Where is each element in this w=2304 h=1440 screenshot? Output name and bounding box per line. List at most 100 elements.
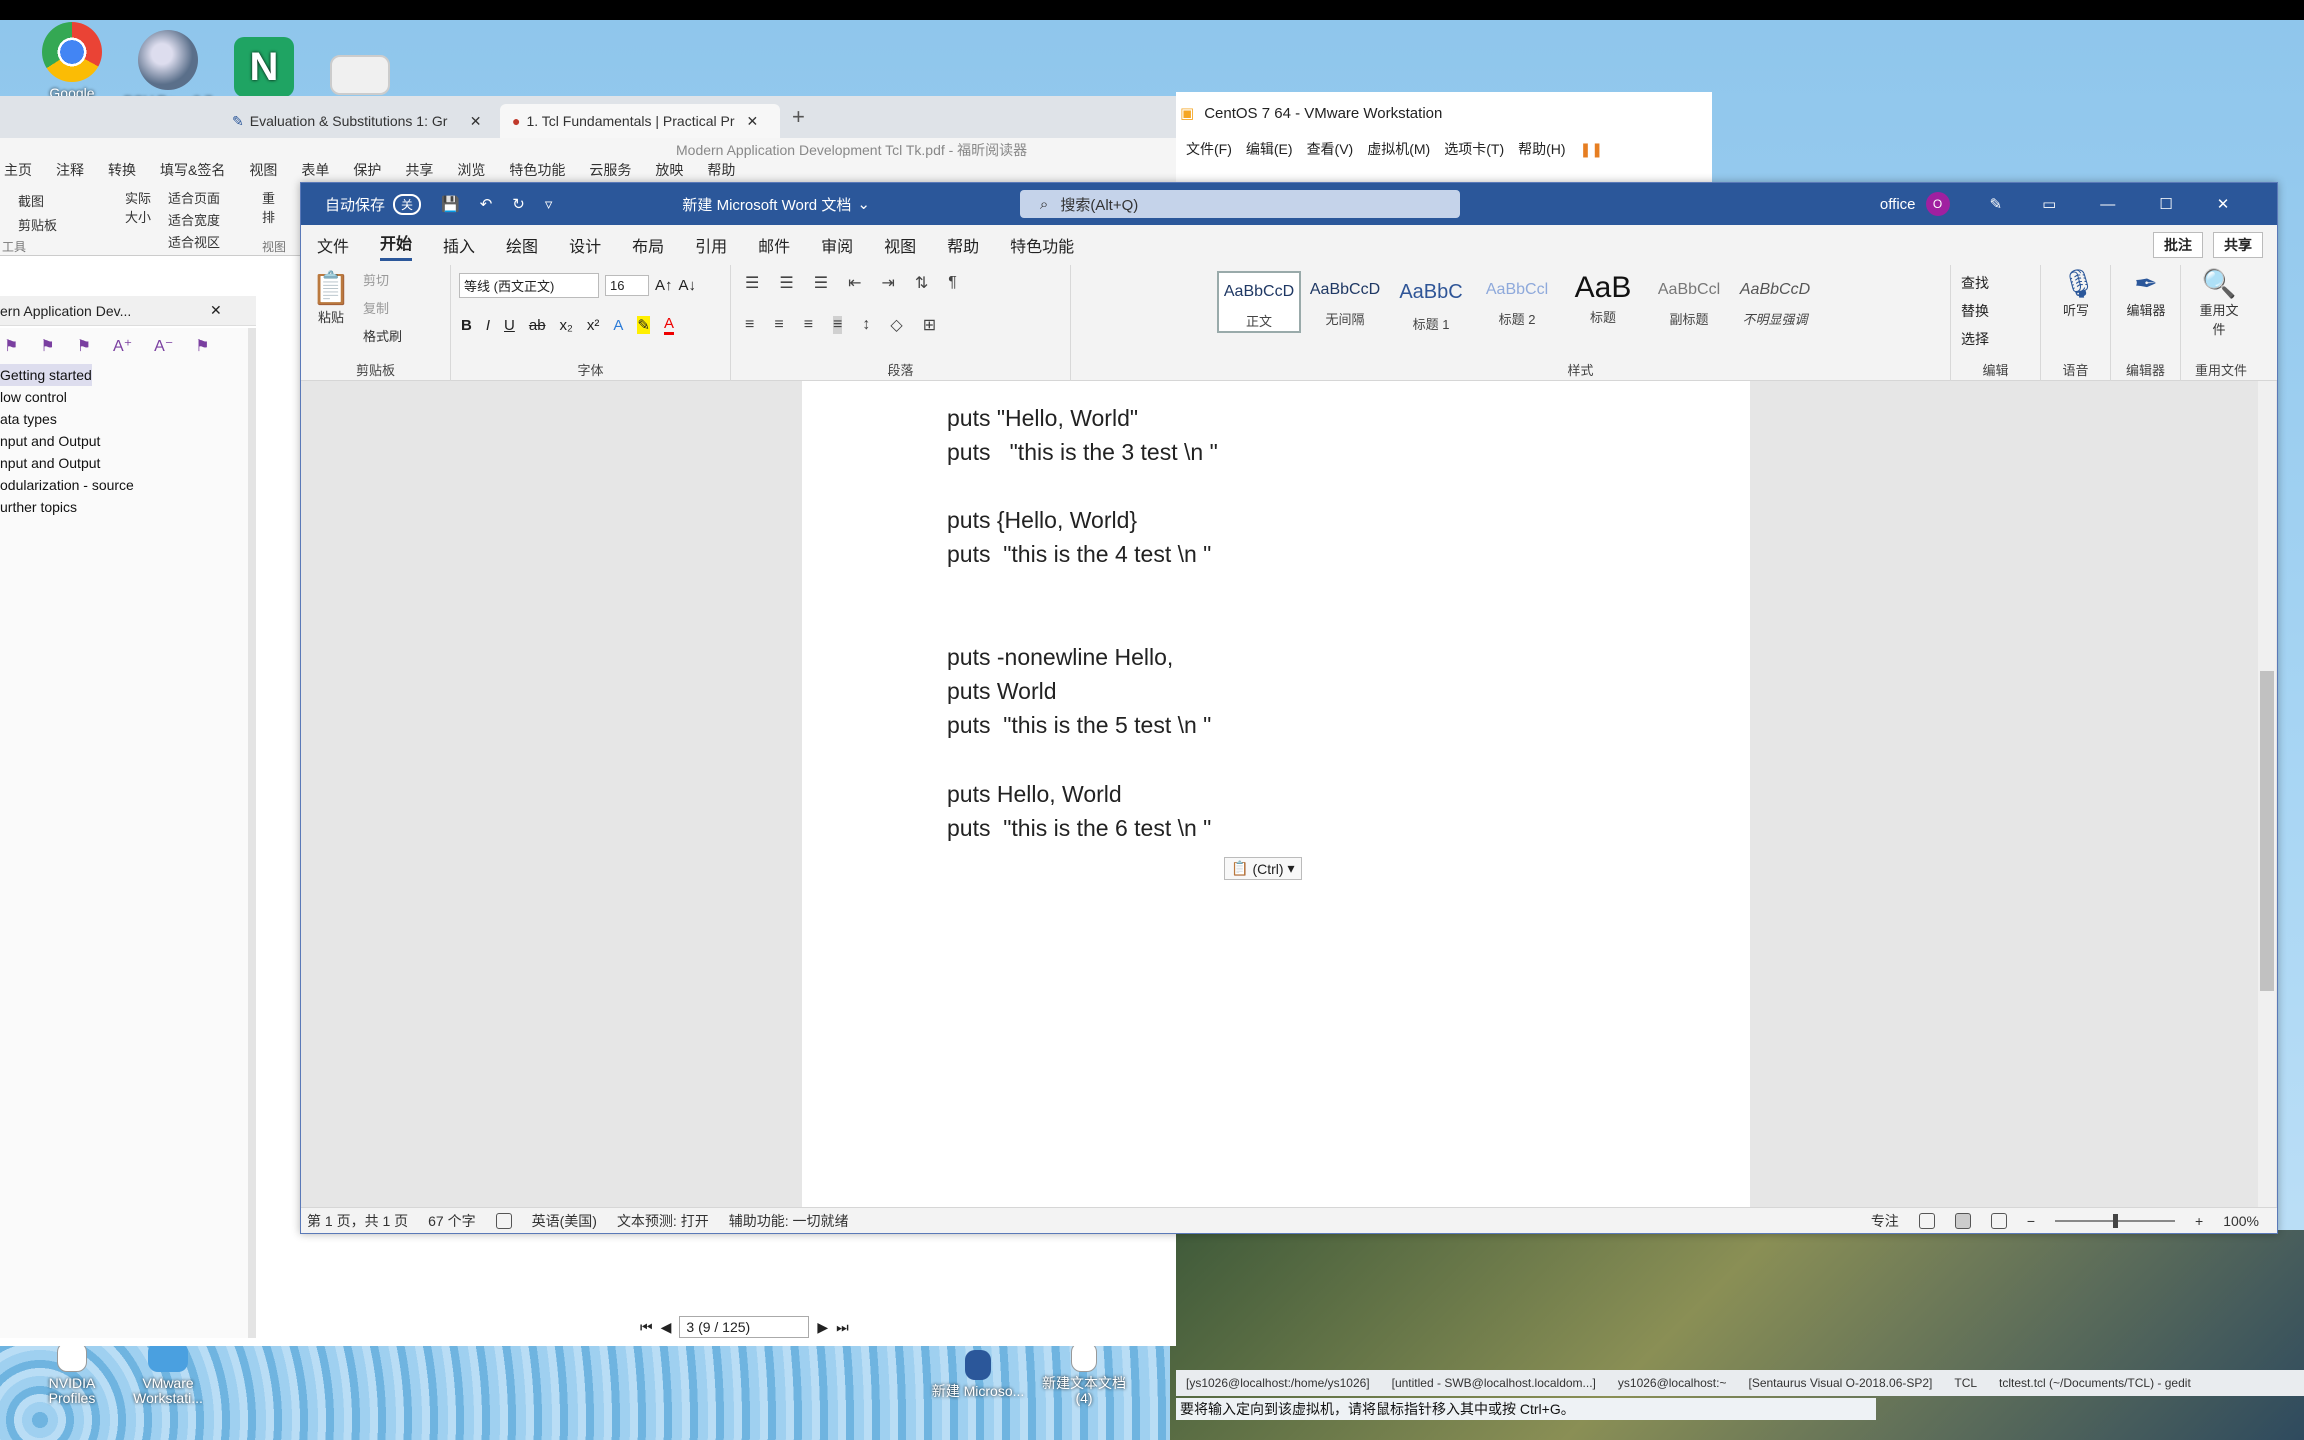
pdf-menu-browse[interactable]: 浏览 bbox=[457, 160, 485, 180]
style-title[interactable]: AaB 标题 bbox=[1561, 271, 1645, 333]
tab-review[interactable]: 审阅 bbox=[821, 233, 853, 257]
paste-options-button[interactable]: 📋 (Ctrl) ▾ bbox=[1224, 857, 1302, 880]
pen-icon[interactable]: ✎ bbox=[1990, 195, 2003, 213]
new-tab-icon[interactable]: + bbox=[792, 104, 805, 130]
pdf-menu-form[interactable]: 表单 bbox=[301, 160, 329, 180]
document-page[interactable]: puts "Hello, World" puts "this is the 3 … bbox=[802, 381, 1750, 1207]
tab-tcl-fundamentals[interactable]: ● 1. Tcl Fundamentals | Practical Pr ✕ bbox=[500, 104, 780, 138]
doc-line[interactable]: puts "Hello, World" bbox=[947, 405, 1138, 432]
style-subtitle[interactable]: AaBbCcl 副标题 bbox=[1647, 271, 1731, 333]
status-prediction[interactable]: 文本预测: 打开 bbox=[617, 1211, 709, 1231]
next-page-icon[interactable]: ▶ bbox=[817, 1319, 828, 1336]
font-increase-icon[interactable]: A⁺ bbox=[113, 336, 132, 356]
tab-mailings[interactable]: 邮件 bbox=[758, 233, 790, 257]
print-layout-icon[interactable] bbox=[1954, 1212, 1971, 1229]
pdf-fit-visible-button[interactable]: 适合视区 bbox=[168, 232, 220, 254]
pdf-actual-size-button[interactable]: 实际大小 bbox=[120, 188, 156, 226]
highlight-icon[interactable]: ✎ bbox=[637, 316, 650, 334]
pdf-reflow-button[interactable]: 重排 bbox=[262, 188, 284, 226]
toc-item[interactable]: nput and Output bbox=[0, 452, 248, 474]
zoom-level[interactable]: 100% bbox=[2223, 1213, 2259, 1229]
vmware-menu-tabs[interactable]: 选项卡(T) bbox=[1444, 139, 1504, 159]
format-painter-button[interactable]: 格式刷 bbox=[363, 323, 402, 351]
save-icon[interactable]: 💾 bbox=[441, 195, 460, 213]
align-right-icon[interactable]: ≡ bbox=[804, 316, 813, 334]
tab-close-icon[interactable]: ✕ bbox=[470, 113, 482, 130]
replace-button[interactable]: 替换 bbox=[1961, 297, 1989, 325]
style-normal[interactable]: AaBbCcD 正文 bbox=[1217, 271, 1301, 333]
autosave-toggle[interactable]: 关 bbox=[393, 193, 422, 215]
style-heading-1[interactable]: AaBbC 标题 1 bbox=[1389, 271, 1473, 333]
guest-task-item[interactable]: tcltest.tcl (~/Documents/TCL) - gedit bbox=[1999, 1376, 2191, 1390]
undo-icon[interactable]: ↶ bbox=[480, 195, 493, 213]
dictate-button[interactable]: 🎙 听写 bbox=[2061, 267, 2097, 319]
shrink-font-icon[interactable]: A↓ bbox=[679, 277, 697, 294]
guest-task-item[interactable]: [ys1026@localhost:/home/ys1026] bbox=[1186, 1376, 1370, 1390]
toc-item[interactable]: odularization - source bbox=[0, 474, 248, 496]
toc-item[interactable]: Getting started bbox=[0, 364, 92, 386]
doc-line[interactable]: puts "this is the 4 test \n " bbox=[947, 541, 1211, 568]
scrollbar-thumb[interactable] bbox=[2260, 671, 2274, 991]
close-icon[interactable]: ✕ bbox=[2217, 195, 2230, 213]
line-spacing-icon[interactable]: ↕ bbox=[862, 316, 870, 334]
pdf-menu-home[interactable]: 主页 bbox=[4, 160, 32, 180]
decrease-indent-icon[interactable]: ⇤ bbox=[848, 273, 861, 293]
underline-icon[interactable]: U bbox=[504, 317, 515, 334]
account-name[interactable]: office bbox=[1880, 196, 1916, 213]
web-layout-icon[interactable] bbox=[1990, 1212, 2007, 1229]
bookmark-flag-icon[interactable]: ⚑ bbox=[195, 336, 209, 356]
bookmark-flag-icon[interactable]: ⚑ bbox=[4, 336, 18, 356]
vertical-scrollbar[interactable] bbox=[2258, 381, 2276, 1207]
doc-line[interactable]: puts "this is the 6 test \n " bbox=[947, 815, 1211, 842]
zoom-slider[interactable] bbox=[2055, 1213, 2175, 1228]
tab-layout[interactable]: 布局 bbox=[632, 233, 664, 257]
font-decrease-icon[interactable]: A⁻ bbox=[154, 336, 173, 356]
pdf-menu-view[interactable]: 视图 bbox=[249, 160, 277, 180]
pdf-menu-cloud[interactable]: 云服务 bbox=[589, 160, 631, 180]
status-page[interactable]: 第 1 页，共 1 页 bbox=[307, 1211, 408, 1231]
avatar[interactable]: O bbox=[1925, 192, 1950, 216]
guest-task-item[interactable]: [untitled - SWB@localhost.localdom...] bbox=[1392, 1376, 1596, 1390]
status-focus[interactable]: 专注 bbox=[1871, 1211, 1899, 1231]
search-box[interactable]: ⌕ 搜索(Alt+Q) bbox=[1019, 190, 1460, 218]
doc-line[interactable]: puts "this is the 3 test \n " bbox=[947, 439, 1218, 466]
style-subtle-emphasis[interactable]: AaBbCcD 不明显强调 bbox=[1733, 271, 1817, 333]
tab-help[interactable]: 帮助 bbox=[947, 233, 979, 257]
desktop-icon-vmware[interactable]: VMware Workstati... bbox=[120, 1342, 216, 1406]
bold-icon[interactable]: B bbox=[461, 317, 472, 334]
pdf-fit-page-button[interactable]: 适合页面 bbox=[168, 188, 220, 210]
toc-item[interactable]: urther topics bbox=[0, 496, 248, 518]
zoom-in-icon[interactable]: + bbox=[2195, 1213, 2203, 1229]
find-button[interactable]: 查找 bbox=[1961, 269, 1989, 297]
pdf-menu-share[interactable]: 共享 bbox=[405, 160, 433, 180]
numbering-icon[interactable]: ☰ bbox=[779, 273, 793, 293]
pdf-screenshot-button[interactable]: 截图 bbox=[18, 190, 57, 214]
last-page-icon[interactable]: ⏭ bbox=[836, 1319, 849, 1336]
pdf-menu-protect[interactable]: 保护 bbox=[353, 160, 381, 180]
doc-line[interactable]: puts -nonewline Hello, bbox=[947, 644, 1173, 671]
toc-item[interactable]: ata types bbox=[0, 408, 248, 430]
comments-button[interactable]: 批注 bbox=[2153, 232, 2203, 258]
font-size-select[interactable]: 16 bbox=[605, 275, 649, 296]
guest-task-item[interactable]: [Sentaurus Visual O-2018.06-SP2] bbox=[1748, 1376, 1932, 1390]
show-marks-icon[interactable]: ¶ bbox=[948, 274, 957, 292]
desktop-icon-app-green[interactable]: N bbox=[216, 37, 312, 101]
first-page-icon[interactable]: ⏮ bbox=[640, 1319, 653, 1336]
superscript-icon[interactable]: x² bbox=[587, 317, 600, 334]
vmware-menu-file[interactable]: 文件(F) bbox=[1186, 139, 1232, 159]
tab-home[interactable]: 开始 bbox=[380, 230, 413, 261]
document-title[interactable]: 新建 Microsoft Word 文档 bbox=[682, 194, 851, 215]
select-button[interactable]: 选择 bbox=[1961, 325, 1989, 353]
desktop-icon-word-doc[interactable]: 新建 Microso... bbox=[930, 1349, 1026, 1399]
multilevel-list-icon[interactable]: ☰ bbox=[814, 273, 828, 293]
tab-features[interactable]: 特色功能 bbox=[1010, 233, 1074, 257]
tab-references[interactable]: 引用 bbox=[695, 233, 727, 257]
page-number-input[interactable]: 3 (9 / 125) bbox=[679, 1316, 810, 1338]
bullets-icon[interactable]: ☰ bbox=[745, 273, 759, 293]
vmware-menu-help[interactable]: 帮助(H) bbox=[1518, 139, 1565, 159]
pdf-menu-fill-sign[interactable]: 填写&签名 bbox=[160, 160, 225, 180]
vmware-menu-view[interactable]: 查看(V) bbox=[1307, 139, 1354, 159]
paste-button[interactable]: 📋 粘贴 bbox=[311, 269, 351, 326]
bookmark-flag-icon[interactable]: ⚑ bbox=[40, 336, 54, 356]
status-accessibility[interactable]: 辅助功能: 一切就绪 bbox=[729, 1211, 849, 1231]
